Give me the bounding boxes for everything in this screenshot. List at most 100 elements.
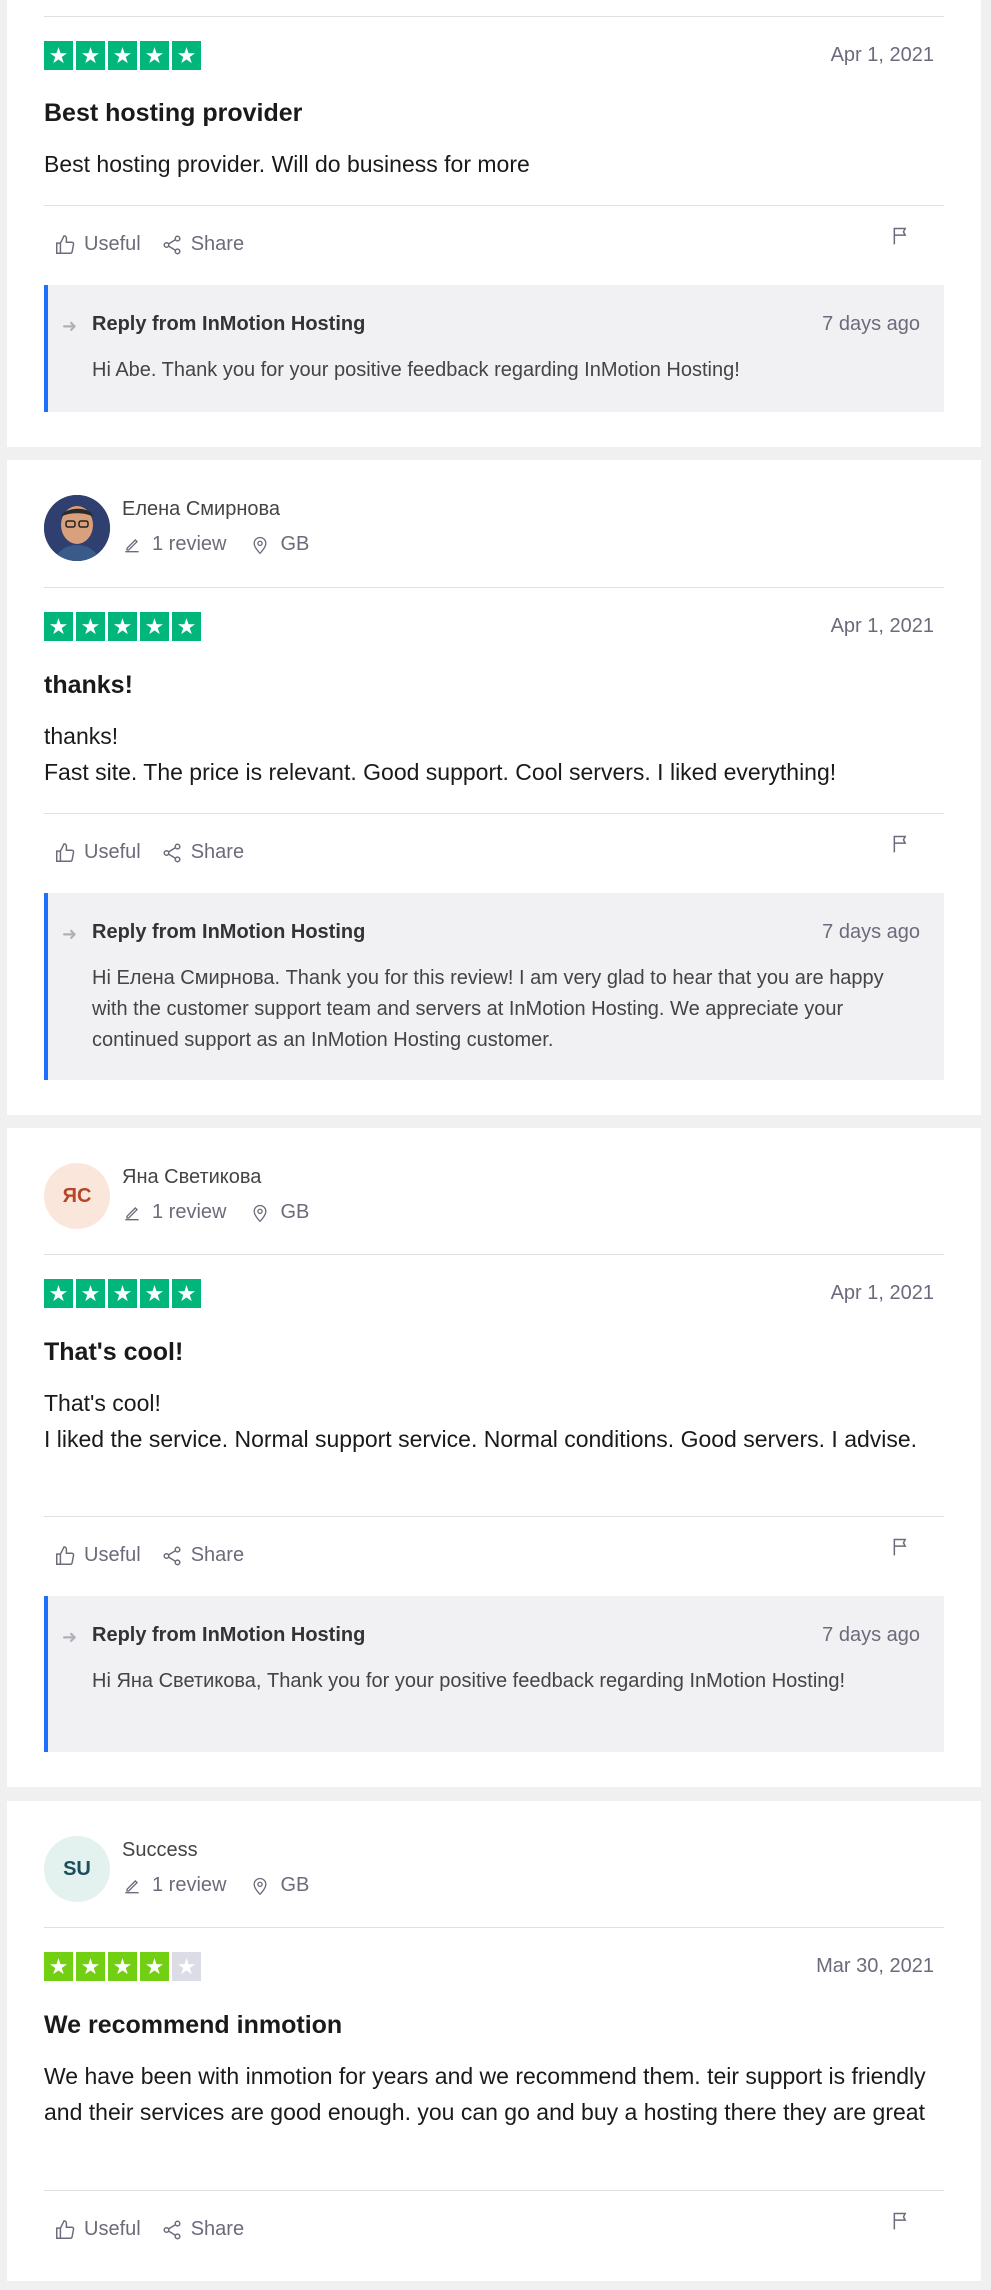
share-button[interactable]: Share <box>161 2218 244 2241</box>
thumbs-up-icon <box>56 1545 75 1565</box>
flag-icon[interactable] <box>891 2211 911 2231</box>
reviewer-name[interactable]: Success <box>122 1839 198 1862</box>
location-label: GB <box>280 1201 310 1223</box>
location: GB <box>250 1874 309 1897</box>
divider <box>44 2190 944 2191</box>
review-count: 1 review <box>122 533 226 556</box>
reply-text: Hi Елена Смирнова. Thank you for this re… <box>92 967 884 1051</box>
star-icon: ★ <box>108 1279 137 1308</box>
star-empty-icon: ★ <box>172 1952 201 1981</box>
share-icon <box>163 2220 181 2239</box>
avatar[interactable]: SU <box>44 1836 110 1902</box>
star-icon: ★ <box>172 41 201 70</box>
pencil-icon <box>125 1879 139 1893</box>
star-icon: ★ <box>172 612 201 641</box>
review-text: We have been with inmotion for years and… <box>44 2063 926 2125</box>
location-label: GB <box>280 533 310 555</box>
share-button[interactable]: Share <box>161 841 244 864</box>
review-count-label: 1 review <box>152 1874 227 1896</box>
useful-label: Useful <box>84 2218 141 2240</box>
star-icon: ★ <box>76 41 105 70</box>
reply-time: 7 days ago <box>822 921 920 943</box>
star-icon: ★ <box>140 1952 169 1981</box>
share-label: Share <box>190 2218 245 2240</box>
avatar[interactable] <box>44 495 110 561</box>
reply-arrow-icon: ➜ <box>62 1627 78 1647</box>
star-icon: ★ <box>172 1279 201 1308</box>
review-count: 1 review <box>122 1201 226 1224</box>
review-date: Apr 1, 2021 <box>830 615 934 637</box>
divider <box>44 587 944 588</box>
review-title[interactable]: thanks! <box>44 671 133 700</box>
review-date: Apr 1, 2021 <box>830 44 934 66</box>
share-button[interactable]: Share <box>161 233 244 256</box>
location-pin-icon <box>253 536 267 554</box>
avatar[interactable]: ЯС <box>44 1163 110 1229</box>
star-icon: ★ <box>140 41 169 70</box>
useful-button[interactable]: Useful <box>54 2218 141 2241</box>
reply-text: Hi Abe. Thank you for your positive feed… <box>92 359 740 381</box>
reply-text: Hi Яна Светикова, Thank you for your pos… <box>92 1670 846 1692</box>
reviewer-name[interactable]: Яна Светикова <box>122 1166 261 1189</box>
divider <box>44 16 944 17</box>
reply-heading: Reply from InMotion Hosting <box>92 1624 366 1646</box>
location-label: GB <box>280 1874 310 1896</box>
review-text: That's cool! I liked the service. Normal… <box>44 1390 918 1452</box>
flag-icon[interactable] <box>891 1537 911 1557</box>
star-icon: ★ <box>76 1279 105 1308</box>
divider <box>44 813 944 814</box>
useful-button[interactable]: Useful <box>54 841 141 864</box>
star-rating: ★ ★ ★ ★ ★ <box>44 1952 201 1981</box>
star-icon: ★ <box>140 612 169 641</box>
location: GB <box>250 533 309 556</box>
reply-time: 7 days ago <box>822 313 920 335</box>
share-label: Share <box>190 1544 245 1566</box>
flag-icon[interactable] <box>891 226 911 246</box>
star-icon: ★ <box>44 41 73 70</box>
flag-icon[interactable] <box>891 834 911 854</box>
review-count-label: 1 review <box>152 1201 227 1223</box>
star-rating: ★ ★ ★ ★ ★ <box>44 41 201 70</box>
share-label: Share <box>190 233 245 255</box>
review-date: Mar 30, 2021 <box>816 1955 934 1977</box>
share-icon <box>163 843 181 862</box>
review-title[interactable]: That's cool! <box>44 1338 183 1367</box>
star-icon: ★ <box>108 612 137 641</box>
star-rating: ★ ★ ★ ★ ★ <box>44 1279 201 1308</box>
reply-heading: Reply from InMotion Hosting <box>92 313 366 335</box>
divider <box>44 1927 944 1928</box>
divider <box>44 1254 944 1255</box>
share-icon <box>163 235 181 254</box>
user-photo-icon <box>44 495 110 561</box>
review-card: ★ ★ ★ ★ ★ Apr 1, 2021 Best hosting provi… <box>7 0 981 447</box>
useful-label: Useful <box>84 1544 141 1566</box>
useful-label: Useful <box>84 233 141 255</box>
location-pin-icon <box>253 1877 267 1895</box>
reply-time: 7 days ago <box>822 1624 920 1646</box>
location-pin-icon <box>253 1204 267 1222</box>
pencil-icon <box>125 1206 139 1220</box>
company-reply: ➜ Reply from InMotion Hosting 7 days ago… <box>44 893 944 1080</box>
useful-label: Useful <box>84 841 141 863</box>
thumbs-up-icon <box>56 842 75 862</box>
company-reply: ➜ Reply from InMotion Hosting 7 days ago… <box>44 1596 944 1752</box>
share-button[interactable]: Share <box>161 1544 244 1567</box>
company-reply: ➜ Reply from InMotion Hosting 7 days ago… <box>44 285 944 412</box>
share-icon <box>163 1546 181 1565</box>
review-card: ЯС Яна Светикова 1 review GB ★ ★ ★ ★ ★ A… <box>7 1128 981 1787</box>
review-text: thanks! Fast site. The price is relevant… <box>44 723 837 785</box>
thumbs-up-icon <box>56 2219 75 2239</box>
review-count-label: 1 review <box>152 533 227 555</box>
reply-arrow-icon: ➜ <box>62 316 78 336</box>
useful-button[interactable]: Useful <box>54 233 141 256</box>
star-icon: ★ <box>76 612 105 641</box>
thumbs-up-icon <box>56 234 75 254</box>
review-title[interactable]: We recommend inmotion <box>44 2011 342 2040</box>
star-rating: ★ ★ ★ ★ ★ <box>44 612 201 641</box>
divider <box>44 205 944 206</box>
star-icon: ★ <box>108 41 137 70</box>
useful-button[interactable]: Useful <box>54 1544 141 1567</box>
reviewer-name[interactable]: Елена Смирнова <box>122 498 280 521</box>
review-title[interactable]: Best hosting provider <box>44 99 302 128</box>
divider <box>44 1516 944 1517</box>
